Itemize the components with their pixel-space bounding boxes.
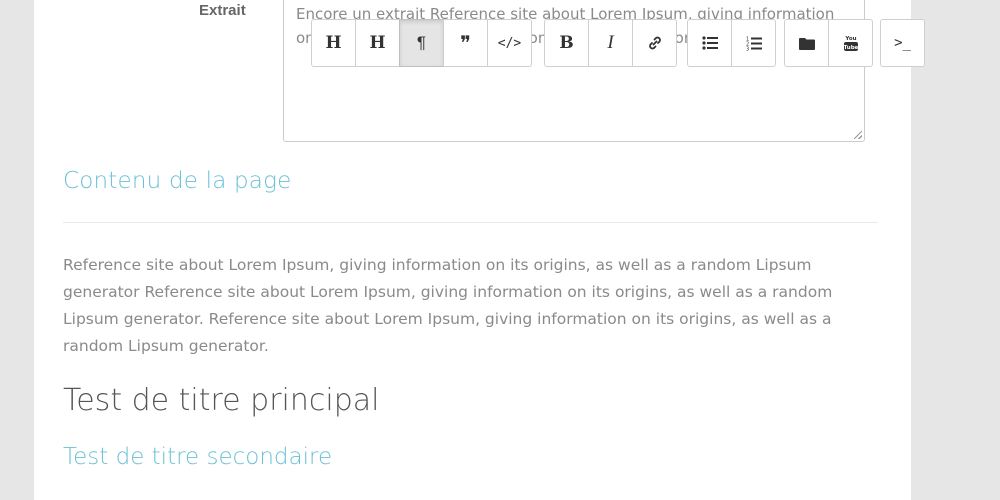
- toolbar-list-group: 1 2 3: [687, 19, 776, 67]
- youtube-button[interactable]: You Tube: [828, 19, 873, 67]
- italic-button[interactable]: I: [588, 19, 633, 67]
- youtube-icon: You Tube: [843, 36, 858, 51]
- page-content-text[interactable]: Reference site about Lorem Ipsum, giving…: [63, 252, 863, 360]
- section-divider: [63, 222, 878, 223]
- numbered-list-button[interactable]: 1 2 3: [731, 19, 776, 67]
- list-ol-icon: 1 2 3: [746, 36, 762, 51]
- main-heading[interactable]: Test de titre principal: [63, 383, 380, 418]
- paragraph-button[interactable]: ¶: [399, 19, 444, 67]
- toolbar-media-group: You Tube: [784, 19, 873, 67]
- toolbar-console-group: >_: [880, 19, 925, 67]
- quote-button[interactable]: ❞: [443, 19, 488, 67]
- svg-text:You: You: [844, 36, 856, 42]
- link-icon: [648, 36, 661, 50]
- section-title: Contenu de la page: [63, 168, 292, 194]
- heading1-button[interactable]: H: [311, 19, 356, 67]
- console-button[interactable]: >_: [880, 19, 925, 67]
- bold-button[interactable]: B: [544, 19, 589, 67]
- list-ul-icon: [701, 36, 718, 50]
- svg-text:Tube: Tube: [843, 45, 858, 51]
- heading2-button[interactable]: H: [355, 19, 400, 67]
- folder-button[interactable]: [784, 19, 829, 67]
- excerpt-label: Extrait: [199, 2, 246, 19]
- toolbar-inline-group: B I: [544, 19, 677, 67]
- link-button[interactable]: [632, 19, 677, 67]
- code-button[interactable]: </>: [487, 19, 532, 67]
- bullet-list-button[interactable]: [687, 19, 732, 67]
- secondary-heading[interactable]: Test de titre secondaire: [63, 444, 332, 470]
- resize-handle-icon[interactable]: [854, 131, 862, 139]
- folder-icon: [798, 37, 815, 50]
- svg-text:3: 3: [746, 46, 749, 51]
- toolbar-format-group: H H ¶ ❞ </>: [311, 19, 532, 67]
